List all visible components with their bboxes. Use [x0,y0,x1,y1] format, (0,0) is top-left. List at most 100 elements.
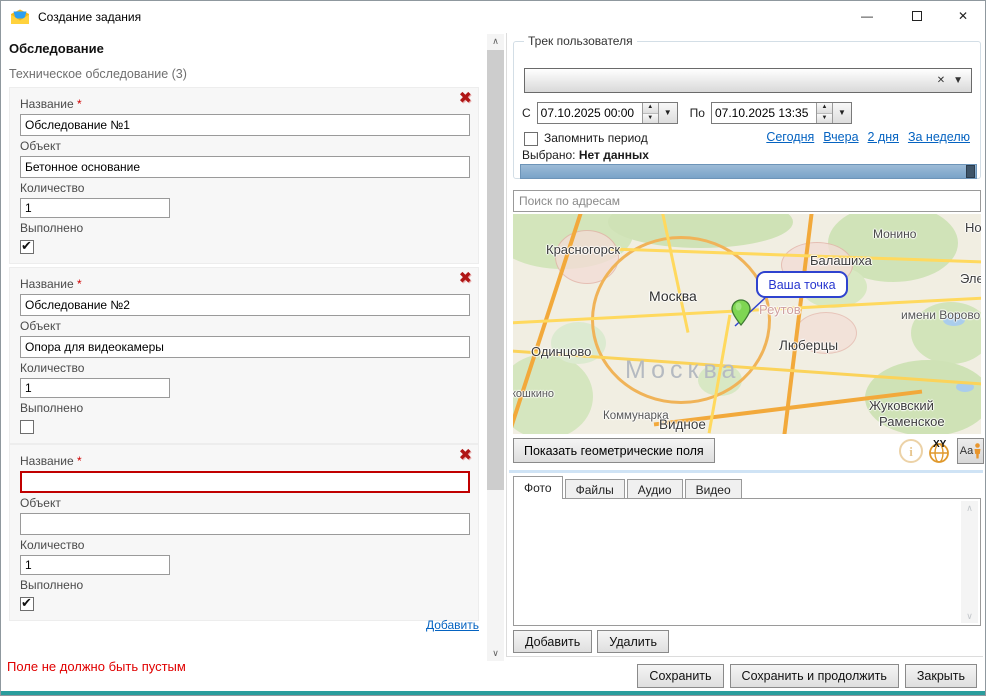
validation-error-message: Поле не должно быть пустым [7,659,186,674]
close-button[interactable]: ✕ [941,1,985,31]
scroll-down-icon[interactable]: ∨ [961,609,978,623]
xy-globe-icon[interactable]: XY [927,438,953,464]
week-link[interactable]: За неделю [908,130,970,144]
app-envelope-icon [10,9,30,25]
add-survey-link[interactable]: Добавить [426,618,479,632]
done-checkbox[interactable] [20,420,34,434]
to-datetime-picker: ▲ ▼ ▼ [711,102,852,124]
user-select-combo[interactable]: ✕ ▼ [524,68,972,93]
delete-card-icon[interactable]: ✖ [459,448,472,464]
yesterday-link[interactable]: Вчера [823,130,858,144]
map-label-city: Жуковский [869,398,934,413]
your-point-label: Ваша точка [768,278,835,292]
from-calendar-dropdown-icon[interactable]: ▼ [658,103,677,123]
quantity-input[interactable] [20,555,170,575]
spin-down-icon[interactable]: ▼ [817,113,832,124]
remember-period-checkbox[interactable] [524,132,538,146]
info-icon[interactable]: i [899,439,923,463]
delete-card-icon[interactable]: ✖ [459,271,472,287]
from-datetime-input[interactable] [538,103,642,123]
survey-group-title: Техническое обследование (3) [9,67,187,81]
map-label-city: Раменское [879,414,945,429]
chevron-down-icon[interactable]: ▼ [953,75,963,86]
maximize-button[interactable] [895,1,939,31]
required-asterisk: * [77,97,82,111]
name-label: Название [20,454,74,468]
map-canvas[interactable]: Красногорск Монино Но Балашиха Элек Моск… [513,214,981,434]
window-title: Создание задания [38,10,141,24]
tab-files[interactable]: Файлы [565,479,625,499]
panel-divider [506,33,507,657]
scrollbar-thumb[interactable] [487,50,504,490]
create-task-window: Создание задания — ✕ Обследование Технич… [0,0,986,696]
tabs-top-divider [509,470,983,473]
two-days-link[interactable]: 2 дня [868,130,899,144]
scroll-down-icon[interactable]: ∨ [487,646,504,661]
object-label: Объект [20,319,468,333]
name-label: Название [20,277,74,291]
map-label-moscow-region: Москва [625,356,740,385]
map-label-reutov: Реутов [759,302,801,317]
spin-down-icon[interactable]: ▼ [643,113,658,124]
minimize-button[interactable]: — [845,1,889,31]
today-link[interactable]: Сегодня [766,130,814,144]
map-label-city: Балашиха [810,253,872,268]
name-input[interactable] [20,294,470,316]
object-input[interactable] [20,513,470,535]
clear-icon[interactable]: ✕ [937,75,945,86]
to-datetime-input[interactable] [712,103,816,123]
scroll-up-icon[interactable]: ∧ [961,501,978,515]
quantity-label: Количество [20,538,468,552]
save-button[interactable]: Сохранить [637,664,723,688]
map-label-city: Но [965,220,981,235]
map-label-city: имени Ворово [901,308,980,322]
required-asterisk: * [77,277,82,291]
survey-card-3: ✖ Название * Объект Количество Выполнено [9,444,479,621]
save-continue-button[interactable]: Сохранить и продолжить [730,664,899,688]
done-label: Выполнено [20,221,468,235]
person-icon [974,443,981,459]
done-checkbox[interactable] [20,240,34,254]
delete-card-icon[interactable]: ✖ [459,91,472,107]
tab-photo[interactable]: Фото [513,476,563,499]
name-input[interactable] [20,114,470,136]
map-label-city: Элек [960,271,981,286]
slider-handle[interactable] [966,165,975,178]
map-label-city: Монино [873,227,916,241]
from-spinner: ▲ ▼ [642,103,658,123]
address-search-input[interactable] [513,190,981,212]
labels-toggle-button[interactable]: Aa [957,438,984,464]
from-label: С [522,106,531,120]
object-input[interactable] [20,156,470,178]
close-dialog-button[interactable]: Закрыть [905,664,977,688]
scroll-up-icon[interactable]: ∧ [487,34,504,49]
to-label: По [690,106,705,120]
attachment-add-button[interactable]: Добавить [513,630,592,653]
left-scrollbar[interactable]: ∧ ∨ [487,34,504,661]
to-spinner: ▲ ▼ [816,103,832,123]
object-input[interactable] [20,336,470,358]
survey-header: Обследование [9,41,104,56]
done-checkbox[interactable] [20,597,34,611]
spin-up-icon[interactable]: ▲ [643,103,658,113]
tab-video[interactable]: Видео [685,479,742,499]
svg-text:XY: XY [933,439,947,450]
show-geometry-fields-button[interactable]: Показать геометрические поля [513,438,715,463]
your-point-tooltip: Ваша точка [756,271,848,298]
map-label-moscow: Москва [649,288,697,304]
tab-audio[interactable]: Аудио [627,479,683,499]
track-range-slider[interactable] [520,164,977,179]
selected-value: Нет данных [579,148,649,162]
quantity-input[interactable] [20,198,170,218]
photo-scrollbar[interactable]: ∧ ∨ [961,501,978,623]
name-input[interactable] [20,471,470,493]
background-window-edge [1,691,985,695]
attachment-delete-button[interactable]: Удалить [597,630,669,653]
name-label: Название [20,97,74,111]
quantity-label: Количество [20,181,468,195]
spin-up-icon[interactable]: ▲ [817,103,832,113]
to-calendar-dropdown-icon[interactable]: ▼ [832,103,851,123]
quantity-input[interactable] [20,378,170,398]
photo-list-box[interactable]: ∧ ∨ [513,498,981,626]
minimize-icon: — [861,9,873,23]
